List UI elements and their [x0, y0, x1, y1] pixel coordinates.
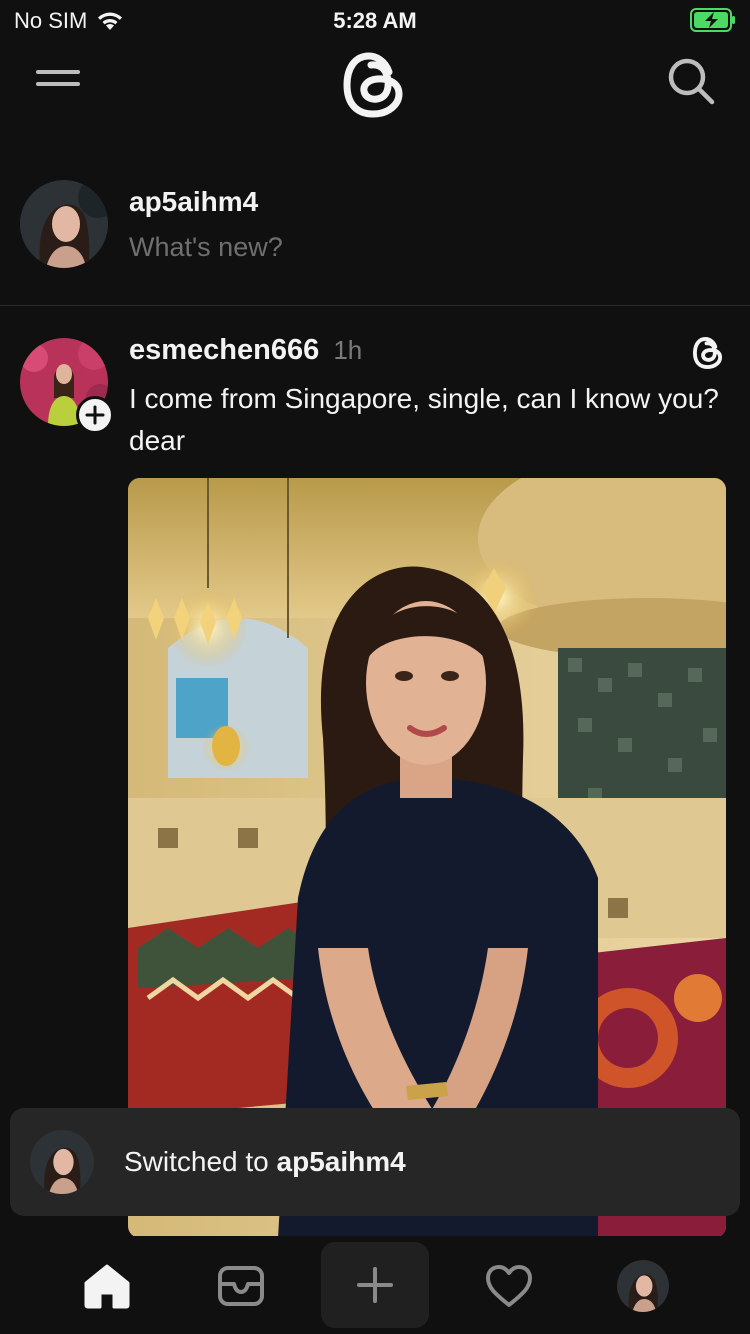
- avatar: [20, 180, 108, 268]
- profile-tab[interactable]: [615, 1258, 671, 1314]
- menu-bar: [36, 82, 80, 86]
- activity-tab[interactable]: [481, 1258, 537, 1314]
- post-text: I come from Singapore, single, can I kno…: [129, 383, 719, 456]
- inbox-icon: [218, 1266, 264, 1306]
- home-icon: [84, 1264, 130, 1309]
- plus-icon: [357, 1267, 393, 1303]
- follow-button[interactable]: [76, 396, 114, 434]
- post-time: 1h: [333, 335, 363, 365]
- heart-icon: [486, 1265, 532, 1307]
- avatar: [30, 1130, 94, 1194]
- toast-message: Switched to ap5aihm4: [124, 1146, 406, 1178]
- threads-logo-icon: [692, 336, 723, 370]
- search-icon[interactable]: [666, 56, 716, 106]
- menu-bar: [36, 70, 80, 74]
- threads-logo-icon[interactable]: [341, 50, 407, 120]
- bottom-navigation: [0, 1236, 750, 1334]
- avatar: [617, 1260, 669, 1312]
- status-time: 5:28 AM: [333, 8, 417, 33]
- home-tab[interactable]: [79, 1258, 135, 1314]
- battery-charging-icon: [690, 8, 735, 32]
- post-author[interactable]: esmechen666: [129, 334, 319, 366]
- post-header: esmechen666 1h: [129, 334, 362, 367]
- plus-icon: [85, 405, 105, 425]
- status-bar: No SIM 5:28 AM: [0, 0, 750, 42]
- create-thread-button[interactable]: [321, 1242, 429, 1328]
- app-header: [0, 42, 750, 132]
- new-thread-composer[interactable]: ap5aihm4 What's new?: [0, 170, 750, 306]
- inbox-tab[interactable]: [213, 1258, 269, 1314]
- toast-username: ap5aihm4: [276, 1146, 406, 1177]
- toast-prefix: Switched to: [124, 1146, 277, 1177]
- composer-username: ap5aihm4: [129, 186, 259, 217]
- menu-icon[interactable]: [36, 70, 80, 96]
- composer-prompt[interactable]: What's new?: [129, 232, 283, 263]
- switched-account-toast: Switched to ap5aihm4: [10, 1108, 740, 1216]
